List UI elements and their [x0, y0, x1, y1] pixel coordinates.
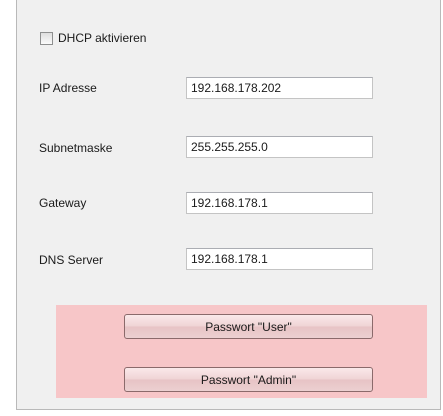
gateway-label: Gateway	[39, 196, 87, 210]
gateway-input[interactable]	[186, 192, 373, 214]
password-admin-button[interactable]: Passwort "Admin"	[124, 367, 373, 392]
ip-address-label: IP Adresse	[39, 81, 97, 95]
dhcp-checkbox[interactable]	[40, 31, 53, 45]
subnet-mask-input[interactable]	[186, 136, 373, 158]
dhcp-label[interactable]: DHCP aktivieren	[58, 31, 146, 45]
dhcp-checkbox-row[interactable]: DHCP aktivieren	[40, 30, 146, 46]
dns-server-label: DNS Server	[39, 253, 104, 267]
password-user-button[interactable]: Passwort "User"	[124, 314, 373, 339]
ip-address-input[interactable]	[186, 77, 373, 99]
dns-server-input[interactable]	[186, 248, 373, 270]
subnet-mask-label: Subnetmaske	[39, 141, 113, 155]
